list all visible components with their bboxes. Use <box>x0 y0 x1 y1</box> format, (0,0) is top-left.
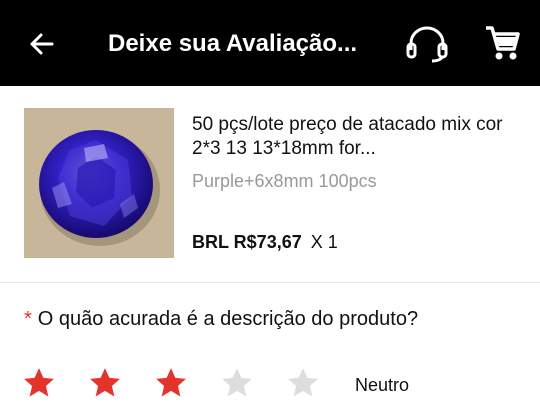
star-icon <box>24 368 54 397</box>
headset-icon <box>406 26 448 63</box>
star-3[interactable] <box>154 366 188 400</box>
product-image <box>24 108 174 258</box>
cart-button[interactable] <box>484 24 520 62</box>
star-icon <box>222 368 252 397</box>
top-app-bar: Deixe sua Avaliação... <box>0 0 540 86</box>
star-4[interactable] <box>220 366 254 400</box>
product-variant: Purple+6x8mm 100pcs <box>192 171 377 191</box>
star-2[interactable] <box>88 366 122 400</box>
star-1[interactable] <box>22 366 56 400</box>
product-quantity: X 1 <box>310 232 338 252</box>
required-asterisk: * <box>24 308 32 330</box>
rating-label: Neutro <box>355 375 410 395</box>
page-title: Deixe sua Avaliação... <box>108 30 358 57</box>
star-icon <box>90 368 120 397</box>
rating-question-text: O quão acurada é a descrição do produto? <box>37 308 419 330</box>
rating-question: * O quão acurada é a descrição do produto… <box>24 308 418 331</box>
product-summary: 50 pçs/lote preço de atacado mix cor 2*3… <box>0 86 540 283</box>
star-5[interactable] <box>286 366 320 400</box>
price-row: BRL R$73,67 X 1 <box>192 232 338 253</box>
arrow-left-icon <box>30 33 54 55</box>
star-icon <box>288 368 318 397</box>
product-price: BRL R$73,67 <box>192 232 302 252</box>
support-button[interactable] <box>404 24 450 64</box>
shopping-cart-icon <box>486 26 520 60</box>
back-button[interactable] <box>24 26 60 62</box>
star-icon <box>156 368 186 397</box>
product-name: 50 pçs/lote preço de atacado mix cor 2*3… <box>192 114 503 159</box>
